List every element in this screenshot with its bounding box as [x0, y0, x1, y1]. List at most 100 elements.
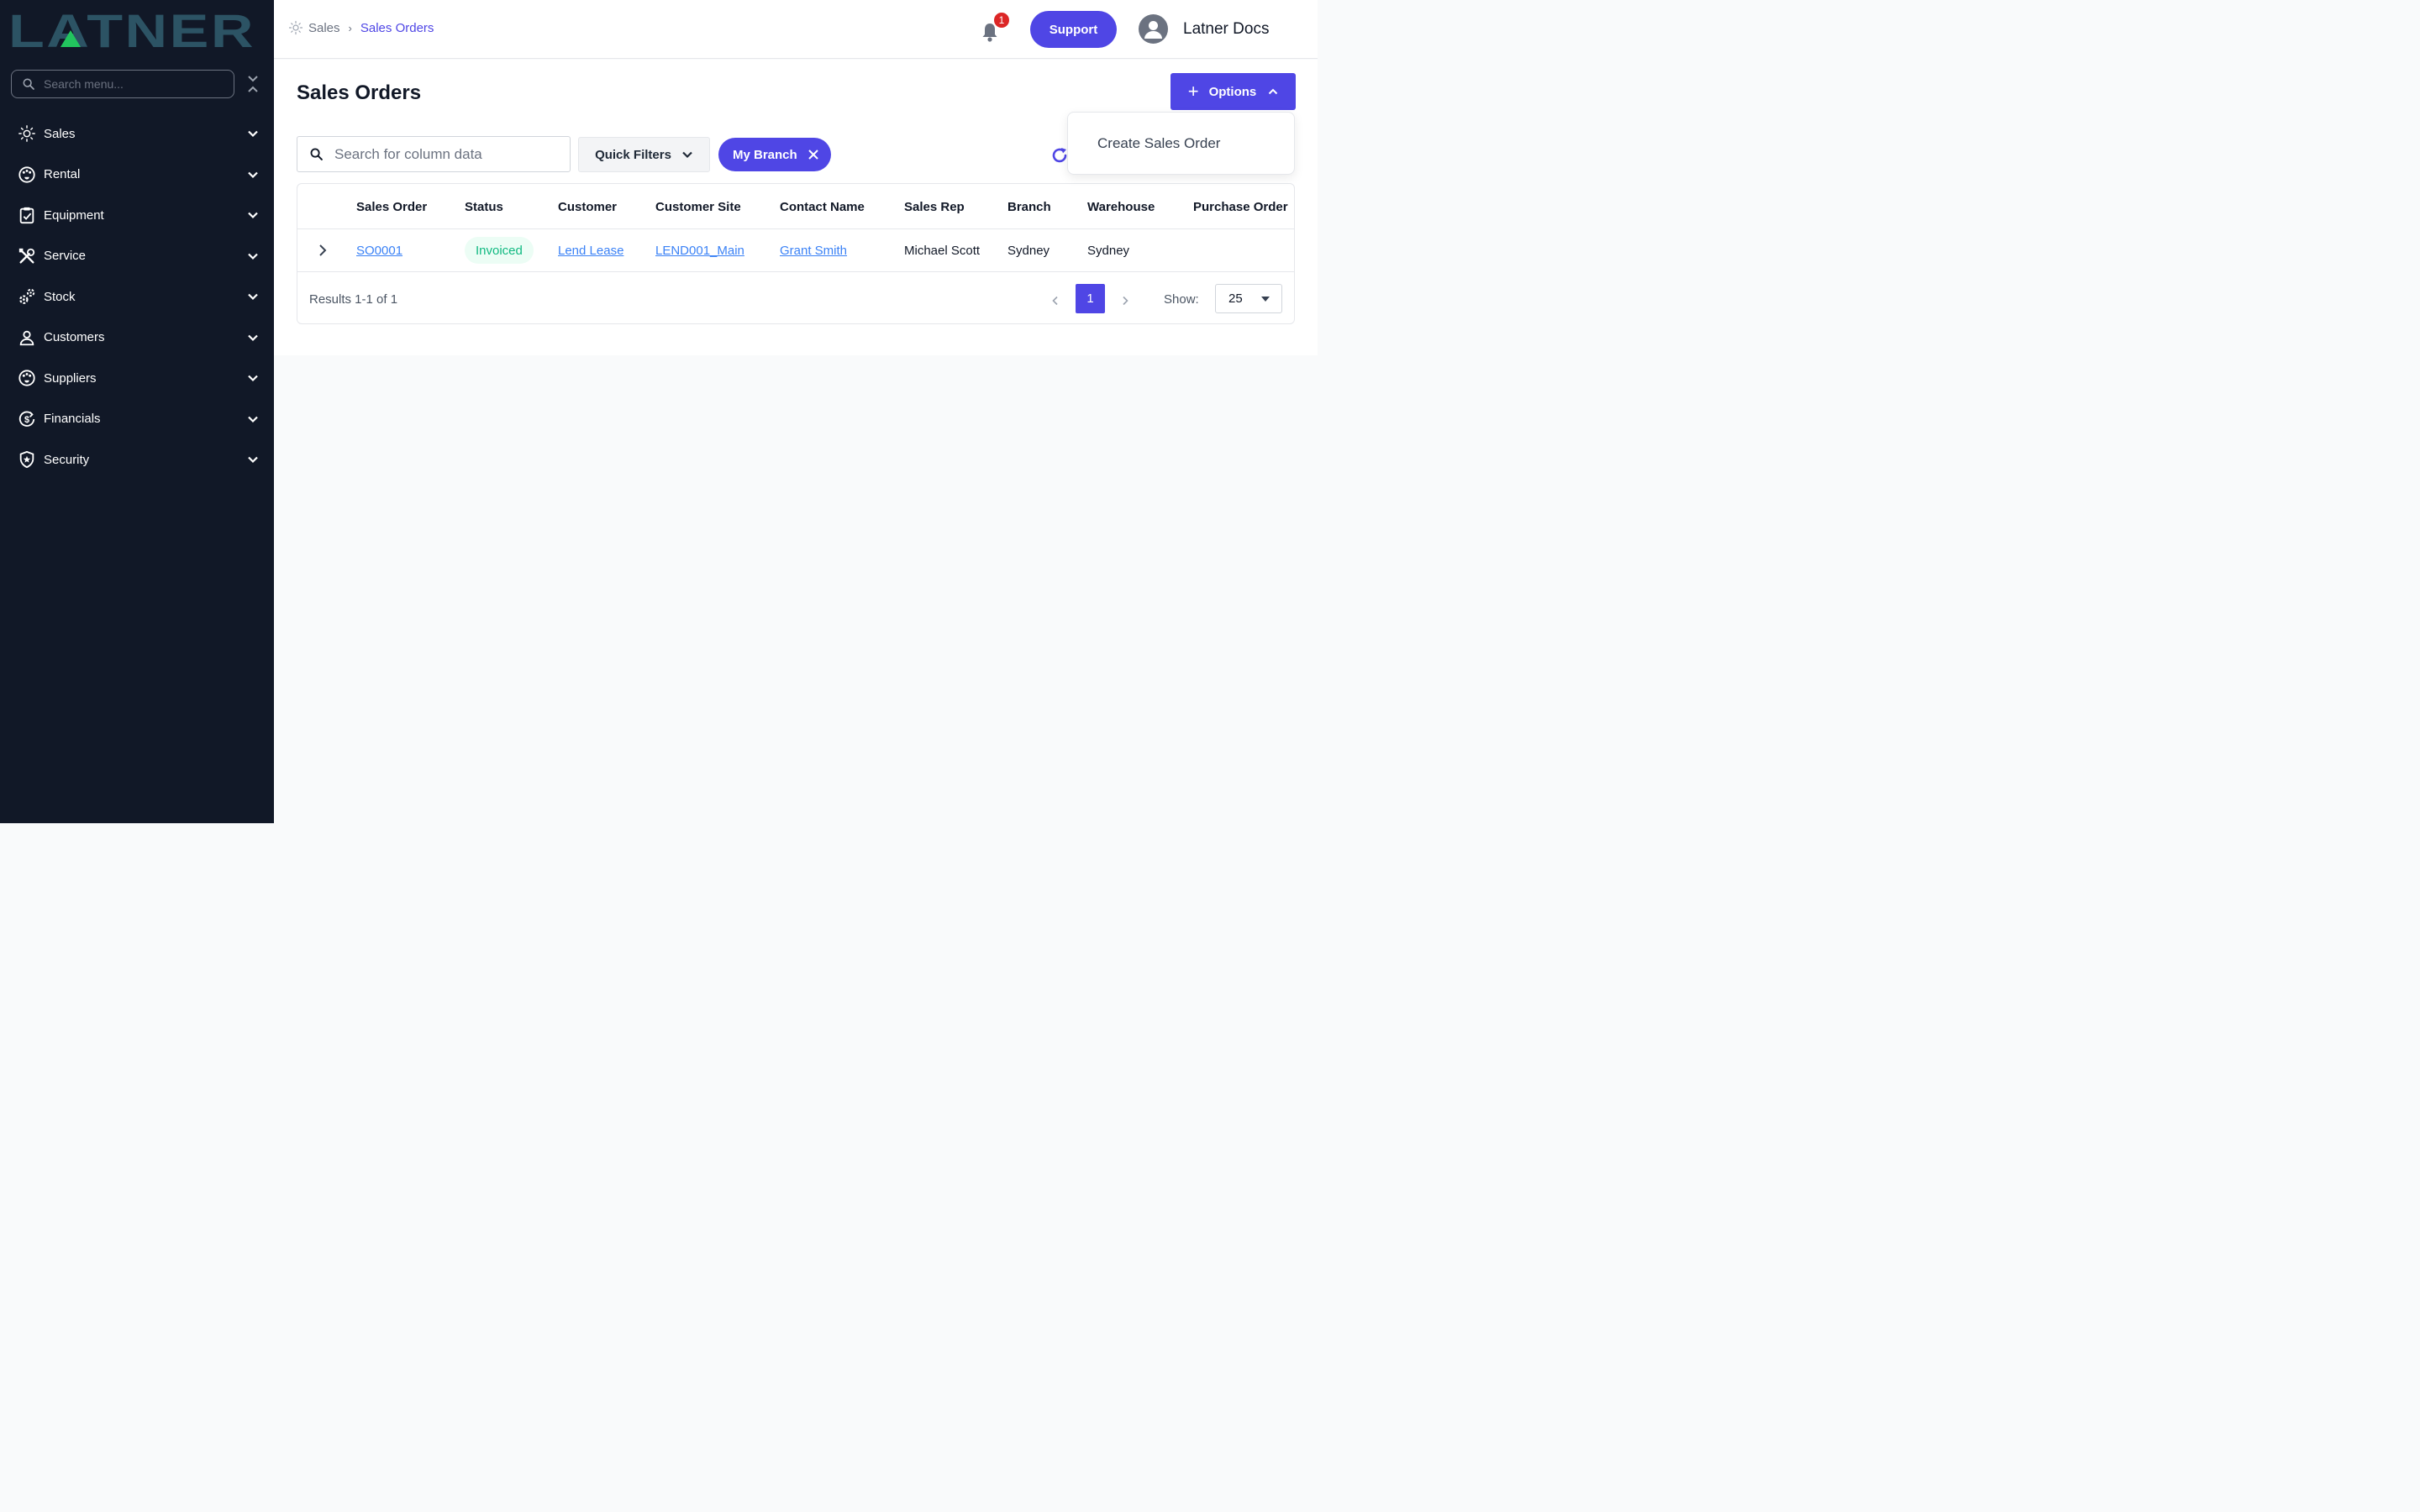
chevron-down-icon: [682, 151, 692, 159]
user-name[interactable]: Latner Docs: [1183, 20, 1269, 39]
rental-palette-icon: [18, 166, 35, 183]
page-size-value: 25: [1228, 291, 1243, 306]
sales-rep-cell: Michael Scott: [904, 244, 981, 258]
top-bar: Sales › Sales Orders 1 Support Latner Do…: [274, 0, 1318, 59]
suppliers-palette-icon: [18, 370, 35, 386]
breadcrumb-sales-orders[interactable]: Sales Orders: [360, 21, 434, 35]
sales-orders-table: Sales Order Status Customer Customer Sit…: [297, 183, 1295, 324]
contact-name-link[interactable]: Grant Smith: [780, 244, 847, 258]
user-avatar-icon: [1144, 21, 1162, 39]
search-icon: [310, 148, 323, 160]
branch-cell: Sydney: [1007, 244, 1050, 258]
chevron-right-icon[interactable]: [316, 244, 329, 257]
latner-logo[interactable]: LATNER: [8, 8, 257, 52]
chevron-left-icon[interactable]: [1050, 296, 1060, 306]
results-count: Results 1-1 of 1: [309, 292, 398, 307]
sidebar-nav: Sales Rental Equipment Service Stock Cus…: [0, 113, 274, 480]
sales-sun-icon: [18, 125, 35, 143]
table-header: Sales Order Status Customer Customer Sit…: [297, 184, 1294, 229]
sidebar-item-service[interactable]: Service: [0, 236, 274, 277]
column-header[interactable]: Customer: [558, 200, 617, 214]
sidebar-item-label: Rental: [44, 167, 81, 182]
sidebar-item-financials[interactable]: $ Financials: [0, 399, 274, 440]
clipboard-icon: [19, 207, 34, 224]
chevron-down-icon: [248, 253, 258, 260]
avatar[interactable]: [1139, 14, 1168, 44]
sidebar-item-label: Suppliers: [44, 370, 97, 386]
page-size-select[interactable]: 25: [1215, 284, 1282, 313]
table-footer: Results 1-1 of 1 1 Show: 25: [297, 272, 1294, 323]
column-header[interactable]: Warehouse: [1087, 200, 1155, 214]
column-header[interactable]: Sales Order: [356, 200, 427, 214]
person-icon: [19, 330, 34, 345]
notification-badge: 1: [992, 11, 1011, 29]
options-button[interactable]: + Options: [1171, 73, 1296, 110]
chevron-down-icon: [248, 456, 258, 464]
active-filter-label: My Branch: [733, 147, 797, 162]
chevron-down-icon: [248, 334, 258, 341]
options-label: Options: [1208, 84, 1257, 99]
chevron-down-icon: [248, 416, 258, 423]
column-header[interactable]: Sales Rep: [904, 200, 965, 214]
svg-text:LATNER: LATNER: [8, 8, 255, 52]
chevron-right-icon[interactable]: [1120, 296, 1130, 306]
breadcrumb: Sales › Sales Orders: [288, 20, 434, 35]
chevron-right-icon: ›: [348, 21, 352, 34]
sidebar-item-label: Service: [44, 249, 87, 264]
chevron-down-icon: [248, 171, 258, 178]
close-icon[interactable]: [808, 149, 819, 160]
tools-icon: [18, 248, 35, 264]
collapse-all-icon[interactable]: [245, 74, 260, 94]
shield-star-icon: [19, 451, 34, 469]
status-badge: Invoiced: [465, 237, 534, 264]
column-header[interactable]: Status: [465, 200, 503, 214]
page-button-current[interactable]: 1: [1076, 284, 1105, 313]
page-title: Sales Orders: [297, 81, 422, 104]
dollar-cycle-icon: $: [18, 411, 35, 427]
customer-site-link[interactable]: LEND001_Main: [655, 244, 744, 258]
quick-filters-label: Quick Filters: [595, 147, 671, 162]
quick-filters-button[interactable]: Quick Filters: [578, 137, 710, 172]
column-header[interactable]: Customer Site: [655, 200, 741, 214]
sidebar-item-suppliers[interactable]: Suppliers: [0, 358, 274, 399]
stock-gears-icon: [19, 288, 35, 305]
options-dropdown-menu: Create Sales Order: [1067, 112, 1295, 175]
sidebar-item-label: Stock: [44, 289, 76, 304]
sidebar-item-label: Sales: [44, 126, 76, 141]
sidebar-item-label: Equipment: [44, 207, 104, 223]
sidebar-item-customers[interactable]: Customers: [0, 318, 274, 359]
support-button[interactable]: Support: [1030, 11, 1117, 48]
column-header[interactable]: Branch: [1007, 200, 1051, 214]
chevron-down-icon: [248, 293, 258, 301]
sales-sun-icon: [288, 20, 303, 35]
table-row: SO0001 Invoiced Lend Lease LEND001_Main …: [297, 229, 1294, 272]
chevron-down-icon: [248, 375, 258, 382]
sales-order-link[interactable]: SO0001: [356, 244, 402, 258]
column-search-placeholder: Search for column data: [334, 145, 482, 162]
sidebar-item-label: Customers: [44, 330, 105, 345]
sidebar-item-rental[interactable]: Rental: [0, 155, 274, 196]
page-size-label: Show:: [1164, 292, 1199, 307]
svg-text:$: $: [24, 415, 29, 425]
chevron-down-icon: [248, 212, 258, 219]
active-filter-chip[interactable]: My Branch: [718, 138, 831, 171]
sidebar-item-sales[interactable]: Sales: [0, 113, 274, 155]
customer-link[interactable]: Lend Lease: [558, 244, 623, 258]
menu-search-input[interactable]: Search menu...: [11, 70, 234, 98]
sidebar-item-equipment[interactable]: Equipment: [0, 195, 274, 236]
sidebar-item-security[interactable]: Security: [0, 439, 274, 480]
sidebar-item-stock[interactable]: Stock: [0, 276, 274, 318]
create-sales-order-item[interactable]: Create Sales Order: [1097, 135, 1220, 152]
column-header[interactable]: Purchase Order: [1193, 200, 1288, 214]
plus-icon: +: [1187, 81, 1199, 102]
sidebar: LATNER Search menu... Sales Rental Equip…: [0, 0, 274, 823]
chevron-down-icon: [248, 130, 258, 138]
menu-search-placeholder: Search menu...: [44, 77, 124, 91]
warehouse-cell: Sydney: [1087, 244, 1130, 258]
breadcrumb-sales[interactable]: Sales: [308, 21, 340, 35]
sidebar-item-label: Financials: [44, 412, 101, 427]
column-header[interactable]: Contact Name: [780, 200, 865, 214]
refresh-icon[interactable]: [1050, 146, 1069, 165]
caret-down-icon: [1261, 297, 1270, 302]
column-search-input[interactable]: Search for column data: [297, 136, 571, 172]
